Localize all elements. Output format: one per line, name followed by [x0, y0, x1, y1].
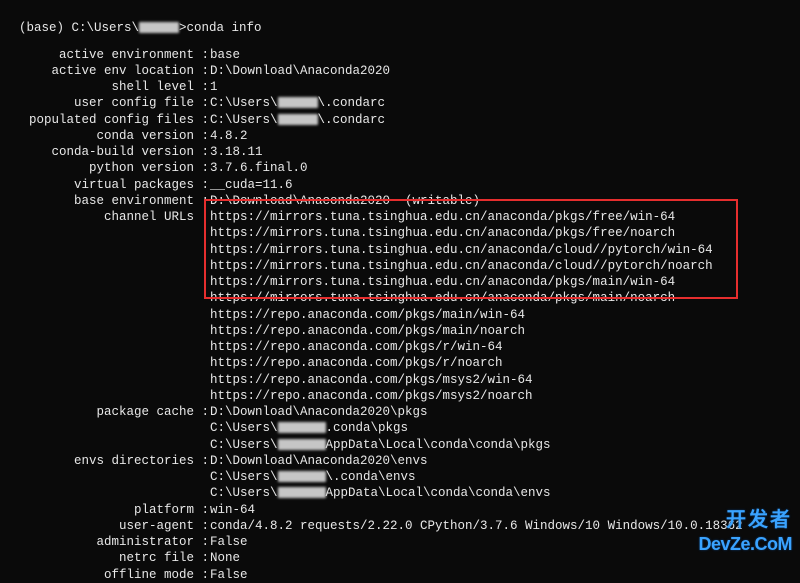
info-separator: : [194, 567, 210, 583]
info-label: python version [4, 160, 194, 176]
info-value: False [210, 567, 796, 583]
info-row: administrator : False [4, 534, 796, 550]
info-label: administrator [4, 534, 194, 550]
info-value: D:\Download\Anaconda2020\pkgs [210, 404, 796, 420]
info-row: conda version : 4.8.2 [4, 128, 796, 144]
info-label: user config file [4, 95, 194, 111]
info-value: win-64 [210, 502, 796, 518]
info-value-cont: C:\Users\AppData\Local\conda\conda\envs [210, 485, 796, 501]
info-value: https://mirrors.tuna.tsinghua.edu.cn/ana… [210, 209, 796, 225]
info-row: channel URLs : https://mirrors.tuna.tsin… [4, 209, 796, 225]
info-row: shell level : 1 [4, 79, 796, 95]
info-separator: : [194, 128, 210, 144]
info-separator: : [194, 144, 210, 160]
info-value-cont: https://mirrors.tuna.tsinghua.edu.cn/ana… [210, 242, 796, 258]
info-value-cont: https://mirrors.tuna.tsinghua.edu.cn/ana… [210, 290, 796, 306]
info-label: active environment [4, 47, 194, 63]
redacted-segment [278, 439, 326, 450]
info-label: active env location [4, 63, 194, 79]
info-value-cont: https://repo.anaconda.com/pkgs/r/win-64 [210, 339, 796, 355]
info-value: 3.18.11 [210, 144, 796, 160]
info-value: False [210, 534, 796, 550]
info-row: user config file : C:\Users\\.condarc [4, 95, 796, 111]
info-separator: : [194, 193, 210, 209]
info-value: D:\Download\Anaconda2020 (writable) [210, 193, 796, 209]
info-value-cont: https://repo.anaconda.com/pkgs/msys2/noa… [210, 388, 796, 404]
redacted-segment [278, 114, 318, 125]
redacted-segment [278, 487, 326, 498]
info-value: 4.8.2 [210, 128, 796, 144]
info-row: envs directories : D:\Download\Anaconda2… [4, 453, 796, 469]
info-separator: : [194, 79, 210, 95]
info-label: populated config files [4, 112, 194, 128]
info-value-cont: C:\Users\AppData\Local\conda\conda\pkgs [210, 437, 796, 453]
info-value-cont: https://repo.anaconda.com/pkgs/r/noarch [210, 355, 796, 371]
conda-info-output: active environment : baseactive env loca… [4, 47, 796, 583]
redacted-segment [278, 422, 326, 433]
info-row: python version : 3.7.6.final.0 [4, 160, 796, 176]
info-value: conda/4.8.2 requests/2.22.0 CPython/3.7.… [210, 518, 796, 534]
info-label: envs directories [4, 453, 194, 469]
info-row: netrc file : None [4, 550, 796, 566]
info-separator: : [194, 404, 210, 420]
info-value: None [210, 550, 796, 566]
info-label: base environment [4, 193, 194, 209]
info-separator: : [194, 534, 210, 550]
info-separator: : [194, 550, 210, 566]
info-separator: : [194, 177, 210, 193]
info-label: platform [4, 502, 194, 518]
info-row: base environment : D:\Download\Anaconda2… [4, 193, 796, 209]
info-value-cont: https://repo.anaconda.com/pkgs/main/noar… [210, 323, 796, 339]
redacted-user [139, 22, 179, 33]
info-value: D:\Download\Anaconda2020\envs [210, 453, 796, 469]
redacted-segment [278, 471, 326, 482]
info-value: 3.7.6.final.0 [210, 160, 796, 176]
info-separator: : [194, 453, 210, 469]
info-row: active env location : D:\Download\Anacon… [4, 63, 796, 79]
info-value: C:\Users\\.condarc [210, 112, 796, 128]
info-value-cont: C:\Users\.conda\pkgs [210, 420, 796, 436]
info-row: active environment : base [4, 47, 796, 63]
info-label: conda version [4, 128, 194, 144]
info-row: conda-build version : 3.18.11 [4, 144, 796, 160]
info-separator: : [194, 209, 210, 225]
info-label: offline mode [4, 567, 194, 583]
info-label: conda-build version [4, 144, 194, 160]
terminal-prompt: (base) C:\Users\ >conda info [4, 4, 796, 37]
info-value-cont: https://mirrors.tuna.tsinghua.edu.cn/ana… [210, 274, 796, 290]
info-separator: : [194, 95, 210, 111]
info-value: 1 [210, 79, 796, 95]
info-row: populated config files : C:\Users\\.cond… [4, 112, 796, 128]
info-value-cont: C:\Users\\.conda\envs [210, 469, 796, 485]
prompt-prefix: (base) C:\Users\ [19, 21, 139, 35]
info-value-cont: https://repo.anaconda.com/pkgs/main/win-… [210, 307, 796, 323]
info-separator: : [194, 63, 210, 79]
info-label: virtual packages [4, 177, 194, 193]
info-row: offline mode : False [4, 567, 796, 583]
info-separator: : [194, 502, 210, 518]
info-value-cont: https://mirrors.tuna.tsinghua.edu.cn/ana… [210, 258, 796, 274]
info-row: package cache : D:\Download\Anaconda2020… [4, 404, 796, 420]
info-label: netrc file [4, 550, 194, 566]
info-value: __cuda=11.6 [210, 177, 796, 193]
info-row: platform : win-64 [4, 502, 796, 518]
info-value-cont: https://mirrors.tuna.tsinghua.edu.cn/ana… [210, 225, 796, 241]
info-row: user-agent : conda/4.8.2 requests/2.22.0… [4, 518, 796, 534]
info-value: D:\Download\Anaconda2020 [210, 63, 796, 79]
info-row: virtual packages : __cuda=11.6 [4, 177, 796, 193]
info-label: user-agent [4, 518, 194, 534]
info-value-cont: https://repo.anaconda.com/pkgs/msys2/win… [210, 372, 796, 388]
info-label: package cache [4, 404, 194, 420]
info-value: base [210, 47, 796, 63]
info-separator: : [194, 518, 210, 534]
info-label: channel URLs [4, 209, 194, 225]
info-value: C:\Users\\.condarc [210, 95, 796, 111]
info-label: shell level [4, 79, 194, 95]
info-separator: : [194, 112, 210, 128]
prompt-command: >conda info [179, 21, 262, 35]
info-separator: : [194, 47, 210, 63]
redacted-segment [278, 97, 318, 108]
info-separator: : [194, 160, 210, 176]
